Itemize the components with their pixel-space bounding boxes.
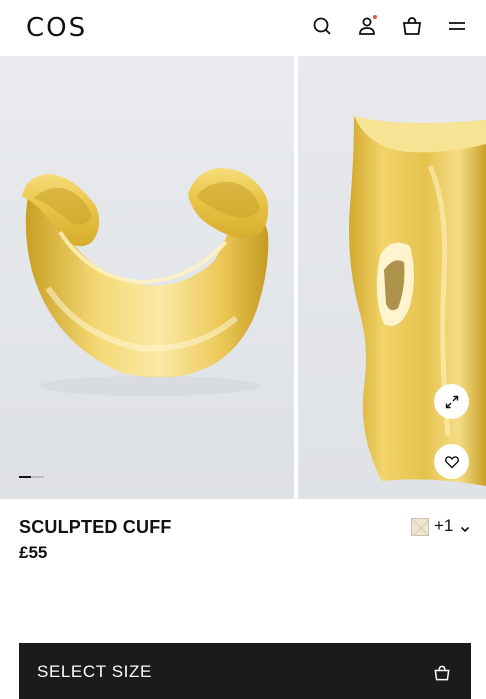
expand-icon[interactable] [434, 384, 469, 419]
product-title: SCULPTED CUFF [19, 517, 172, 537]
more-colors-count[interactable]: +1 [434, 516, 453, 536]
chevron-down-icon[interactable] [459, 522, 471, 534]
bag-icon[interactable] [400, 14, 424, 38]
color-swatch[interactable] [411, 518, 429, 536]
brand-logo[interactable]: COS [26, 13, 87, 43]
select-size-button[interactable]: SELECT SIZE [19, 643, 471, 699]
pagination-active-indicator [19, 476, 31, 478]
product-gallery[interactable] [0, 56, 486, 499]
wishlist-heart-icon[interactable] [434, 444, 469, 479]
gallery-pagination [19, 476, 44, 478]
search-icon[interactable] [310, 14, 334, 38]
product-price: £55 [19, 543, 48, 562]
site-header: COS [0, 0, 486, 56]
product-image-closeup[interactable] [298, 56, 486, 499]
select-size-label: SELECT SIZE [37, 662, 152, 681]
menu-icon[interactable] [445, 14, 469, 38]
notification-dot [373, 15, 377, 19]
bag-icon [432, 663, 452, 683]
product-image-main[interactable] [0, 56, 294, 499]
